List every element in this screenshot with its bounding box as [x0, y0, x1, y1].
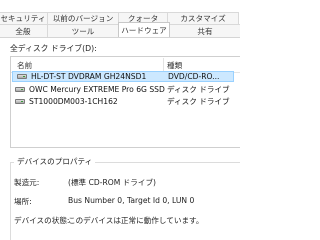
location-label: 場所: — [14, 197, 32, 206]
drive-row-dvd[interactable]: HL-DT-ST DVDRAM GH24NSD1 DVD/CD-RO... — [12, 71, 234, 82]
drive-type: ディスク ドライブ — [167, 85, 230, 94]
drive-icon — [17, 74, 27, 79]
location-value: Bus Number 0, Target Id 0, LUN 0 — [68, 196, 195, 205]
drive-name: ST1000DM003-1CH162 — [29, 97, 118, 106]
tab-previous-versions[interactable]: 以前のバージョン — [47, 12, 119, 24]
drives-section-label: 全ディスク ドライブ(D): — [10, 44, 97, 53]
tab-security[interactable]: セキュリティ — [0, 12, 48, 24]
drive-type: ディスク ドライブ — [167, 97, 230, 106]
column-header-type[interactable]: 種類 — [167, 60, 182, 71]
tab-baseline — [0, 37, 240, 38]
properties-dialog: セキュリティ 以前のバージョン クォータ カスタマイズ 全般 ツール ハードウェ… — [0, 0, 240, 240]
tab-tools[interactable]: ツール — [47, 24, 119, 37]
drive-name: HL-DT-ST DVDRAM GH24NSD1 — [31, 72, 147, 81]
tab-general[interactable]: 全般 — [0, 24, 48, 37]
drive-icon — [15, 87, 25, 92]
column-header-name[interactable]: 名前 — [17, 60, 32, 71]
status-value: このデバイスは正常に動作しています。 — [68, 216, 204, 225]
drive-row-ssd[interactable]: OWC Mercury EXTREME Pro 6G SSD ディスク ドライブ — [11, 84, 240, 95]
manufacturer-label: 製造元: — [14, 178, 40, 187]
manufacturer-value: (標準 CD-ROM ドライブ) — [68, 178, 157, 187]
drive-type: DVD/CD-RO... — [168, 72, 220, 81]
drive-name: OWC Mercury EXTREME Pro 6G SSD — [29, 85, 165, 94]
drives-list[interactable]: 名前 種類 HL-DT-ST DVDRAM GH24NSD1 DVD/CD-RO… — [10, 56, 240, 148]
drive-icon — [15, 99, 25, 104]
tab-customize[interactable]: カスタマイズ — [167, 12, 239, 24]
column-separator[interactable] — [163, 58, 164, 71]
tab-sharing[interactable]: 共有 — [169, 24, 240, 37]
drive-row-hdd[interactable]: ST1000DM003-1CH162 ディスク ドライブ — [11, 96, 240, 107]
status-label: デバイスの状態: — [14, 216, 70, 225]
tab-hardware[interactable]: ハードウェア — [118, 22, 170, 37]
device-properties-title: デバイスのプロパティ — [14, 156, 96, 167]
tab-row-bottom: 全般 ツール ハードウェア 共有 — [0, 22, 240, 37]
